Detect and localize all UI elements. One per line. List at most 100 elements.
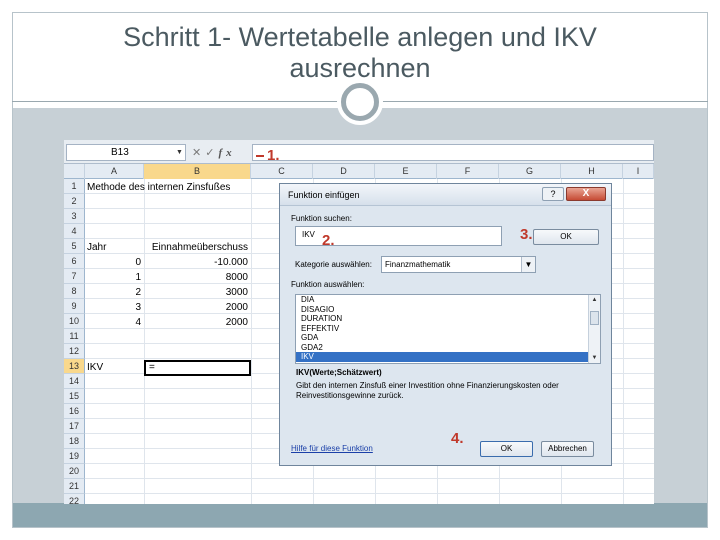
step-marker-2: 2. [322,232,335,249]
row-header-8[interactable]: 8 [64,284,85,299]
title-ring-icon [341,83,379,121]
search-go-button[interactable]: OK [533,229,599,245]
confirm-edit-icon[interactable]: ✓ [205,147,218,159]
step-1-label: 1. [267,147,280,164]
cell-year-0[interactable]: 0 [104,255,144,270]
row-header-14[interactable]: 14 [64,374,85,389]
listbox-scrollbar[interactable]: ▲ ▼ [588,295,600,363]
row-header-3[interactable]: 3 [64,209,85,224]
cell-value-4[interactable]: 2000 [144,315,251,330]
chevron-down-icon[interactable]: ▼ [521,257,535,272]
row-header-17[interactable]: 17 [64,419,85,434]
column-header-b[interactable]: B [144,164,251,179]
column-header-c[interactable]: C [251,164,313,179]
function-item[interactable]: EFFEKTIV [296,324,600,334]
row-header-2[interactable]: 2 [64,194,85,209]
row-header-12[interactable]: 12 [64,344,85,359]
column-header-d[interactable]: D [313,164,375,179]
cell-year-3[interactable]: 3 [104,300,144,315]
cell-value-1[interactable]: 8000 [144,270,251,285]
cell-value-0[interactable]: -10.000 [144,255,251,270]
function-listbox[interactable]: DIA DISAGIO DURATION EFFEKTIV GDA GDA2 I… [295,294,601,364]
row-header-16[interactable]: 16 [64,404,85,419]
cell-a5[interactable]: Jahr [87,240,106,255]
formula-input[interactable] [252,144,654,161]
slide-title: Schritt 1- Wertetabelle anlegen und IKV … [123,22,597,83]
function-item[interactable]: DISAGIO [296,305,600,315]
scroll-down-icon[interactable]: ▼ [589,353,600,363]
formula-bar: B13 ▼ ✕✓fx [64,140,654,164]
cell-year-1[interactable]: 1 [104,270,144,285]
function-list-label: Funktion auswählen: [291,280,365,289]
column-header-g[interactable]: G [499,164,561,179]
scroll-up-icon[interactable]: ▲ [589,295,600,305]
step-marker-4: 4. [451,430,464,447]
dialog-close-button[interactable]: X [566,187,606,201]
grid-line [251,179,252,504]
function-item[interactable]: GDA2 [296,343,600,353]
row-header-4[interactable]: 4 [64,224,85,239]
row-header-18[interactable]: 18 [64,434,85,449]
cell-value-2[interactable]: 3000 [144,285,251,300]
step-marker-1: 1. [256,147,280,164]
row-header-1[interactable]: 1 [64,179,85,194]
row-header-5[interactable]: 5 [64,239,85,254]
function-help-link[interactable]: Hilfe für diese Funktion [291,444,373,453]
footer-band [13,503,707,527]
insert-function-icon[interactable]: fx [218,147,235,159]
column-header-i[interactable]: I [623,164,654,179]
formula-tools: ✕✓fx [192,145,252,161]
ok-button[interactable]: OK [480,441,533,457]
row-header-13[interactable]: 13 [64,359,85,374]
step-marker-3: 3. [520,226,533,243]
step-3-label: 3. [520,226,533,243]
function-item-selected[interactable]: IKV [296,352,600,362]
row-header-7[interactable]: 7 [64,269,85,284]
column-header-h[interactable]: H [561,164,623,179]
function-item[interactable]: DURATION [296,314,600,324]
step-4-label: 4. [451,430,464,447]
cell-a1[interactable]: Methode des internen Zinsfußes [87,180,230,195]
name-box[interactable]: B13 [66,144,186,161]
grid-line [85,478,654,479]
active-cell-b13[interactable]: = [144,360,251,376]
grid-line [144,179,145,504]
column-header-f[interactable]: F [437,164,499,179]
step-dash-icon [256,155,264,158]
cancel-edit-icon[interactable]: ✕ [192,147,205,159]
search-label: Funktion suchen: [291,214,352,223]
column-header-a[interactable]: A [85,164,144,179]
cell-year-2[interactable]: 2 [104,285,144,300]
category-label: Kategorie auswählen: [295,260,372,269]
grid-line [85,493,654,494]
function-item[interactable]: DIA [296,295,600,305]
cell-a13[interactable]: IKV [87,360,103,375]
row-header-9[interactable]: 9 [64,299,85,314]
row-header-10[interactable]: 10 [64,314,85,329]
cell-value-3[interactable]: 2000 [144,300,251,315]
column-header-e[interactable]: E [375,164,437,179]
cell-year-4[interactable]: 4 [104,315,144,330]
row-header-22[interactable]: 22 [64,494,85,504]
row-header-15[interactable]: 15 [64,389,85,404]
scroll-thumb[interactable] [590,311,599,325]
dialog-titlebar: Funktion einfügen ? X [280,184,611,206]
row-header-20[interactable]: 20 [64,464,85,479]
dialog-title: Funktion einfügen [288,190,360,200]
row-header-21[interactable]: 21 [64,479,85,494]
row-header-6[interactable]: 6 [64,254,85,269]
function-item[interactable]: GDA [296,333,600,343]
grid-line [623,179,624,504]
function-syntax: IKV(Werte;Schätzwert) [296,368,382,377]
row-header-11[interactable]: 11 [64,329,85,344]
column-headers: A B C D E F G H I [64,164,654,179]
cancel-button[interactable]: Abbrechen [541,441,594,457]
row-header-19[interactable]: 19 [64,449,85,464]
cell-b5[interactable]: Einnahmeüberschuss [148,240,251,255]
name-box-dropdown-icon[interactable]: ▼ [176,149,183,156]
insert-function-dialog: Funktion einfügen ? X Funktion suchen: I… [279,183,612,466]
select-all-corner[interactable] [64,164,85,179]
function-description: Gibt den internen Zinsfuß einer Investit… [296,381,559,400]
category-select[interactable]: Finanzmathematik ▼ [381,256,536,273]
dialog-help-button[interactable]: ? [542,187,564,201]
